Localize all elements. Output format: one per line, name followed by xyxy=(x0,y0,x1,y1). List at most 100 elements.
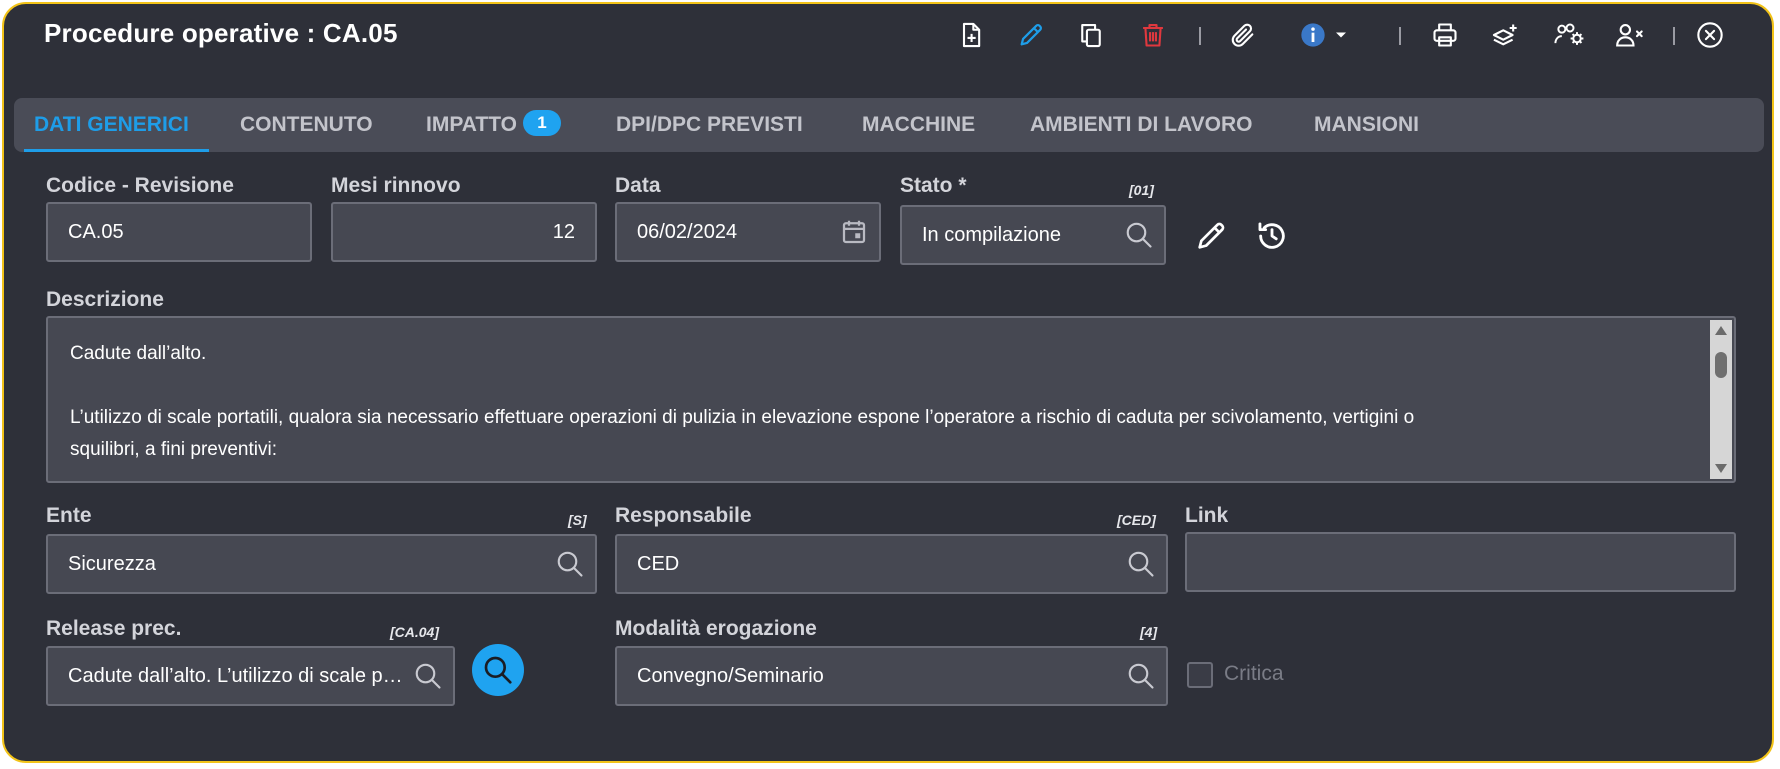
modalita-erogazione-label: Modalità erogazione xyxy=(615,617,817,640)
scroll-thumb[interactable] xyxy=(1715,352,1727,378)
codice-revisione-field[interactable]: CA.05 xyxy=(46,202,312,262)
modalita-erogazione-search-button[interactable] xyxy=(1124,659,1158,693)
edit-pencil-icon xyxy=(1020,24,1042,46)
responsabile-code: [CED] xyxy=(1117,512,1156,528)
copy-button[interactable] xyxy=(1074,18,1108,52)
descrizione-textarea[interactable]: Cadute dall’alto. L’utilizzo di scale po… xyxy=(46,316,1736,483)
tab-bar: DATI GENERICI CONTENUTO IMPATTO 1 DPI/DPC… xyxy=(14,98,1764,152)
modalita-erogazione-code: [4] xyxy=(1140,624,1158,640)
stato-search-button[interactable] xyxy=(1122,218,1156,252)
stato-field[interactable]: In compilazione xyxy=(900,205,1166,265)
close-button[interactable] xyxy=(1693,18,1727,52)
link-field[interactable] xyxy=(1185,532,1736,592)
critica-checkbox[interactable] xyxy=(1187,662,1213,688)
responsabile-field[interactable]: CED xyxy=(615,534,1168,594)
info-button[interactable] xyxy=(1296,18,1330,52)
ente-search-button[interactable] xyxy=(553,547,587,581)
impatto-count-badge: 1 xyxy=(523,110,561,137)
calendar-icon xyxy=(842,220,866,244)
search-icon xyxy=(484,656,512,684)
procedure-window: Procedure operative : CA.05 DATI GENERIC… xyxy=(2,2,1774,763)
tab-ambienti-di-lavoro[interactable]: AMBIENTI DI LAVORO xyxy=(1030,98,1252,152)
chevron-down-icon xyxy=(1336,32,1346,38)
print-button[interactable] xyxy=(1428,18,1462,52)
modalita-erogazione-value: Convegno/Seminario xyxy=(637,664,824,687)
new-document-button[interactable] xyxy=(954,18,988,52)
print-icon xyxy=(1433,23,1457,47)
layers-add-icon xyxy=(1492,24,1517,46)
tab-label: CONTENUTO xyxy=(240,113,373,136)
descrizione-label: Descrizione xyxy=(46,288,164,311)
data-value: 06/02/2024 xyxy=(637,220,738,243)
ente-label: Ente xyxy=(46,504,92,527)
info-icon xyxy=(1301,23,1325,47)
scroll-up-icon[interactable] xyxy=(1715,326,1727,335)
mesi-rinnovo-label: Mesi rinnovo xyxy=(331,174,461,197)
toolbar xyxy=(4,18,1772,52)
release-prec-field[interactable]: Cadute dall’alto. L’utilizzo di scale po… xyxy=(46,646,455,706)
scroll-down-icon[interactable] xyxy=(1715,464,1727,473)
search-icon xyxy=(557,551,583,577)
tab-label: MANSIONI xyxy=(1314,113,1419,136)
descrizione-line: L’utilizzo di scale portatili, qualora s… xyxy=(70,407,1415,428)
ente-field[interactable]: Sicurezza xyxy=(46,534,597,594)
tab-dati-generici[interactable]: DATI GENERICI xyxy=(24,98,209,152)
descrizione-scrollbar[interactable] xyxy=(1710,320,1732,479)
stato-label: Stato * xyxy=(900,174,967,197)
mesi-rinnovo-field[interactable]: 12 xyxy=(331,202,597,262)
link-label: Link xyxy=(1185,504,1229,527)
tab-label: IMPATTO xyxy=(426,113,517,136)
copy-icon xyxy=(1081,24,1101,48)
stato-history-button[interactable] xyxy=(1252,216,1292,256)
codice-revisione-value: CA.05 xyxy=(68,220,124,243)
release-prec-label: Release prec. xyxy=(46,617,182,640)
toolbar-separator xyxy=(1673,27,1675,45)
stato-edit-button[interactable] xyxy=(1191,216,1231,256)
stato-code: [01] xyxy=(1129,182,1154,198)
calendar-button[interactable] xyxy=(837,215,871,249)
users-settings-button[interactable] xyxy=(1550,18,1590,52)
critica-label: Critica xyxy=(1224,662,1284,685)
edit-pencil-icon xyxy=(1198,222,1225,249)
history-icon xyxy=(1258,222,1285,249)
descrizione-line: Cadute dall’alto. xyxy=(70,343,207,364)
user-remove-button[interactable] xyxy=(1610,18,1650,52)
new-document-icon xyxy=(962,22,981,48)
edit-button[interactable] xyxy=(1014,18,1048,52)
layers-add-button[interactable] xyxy=(1488,18,1522,52)
responsabile-value: CED xyxy=(637,552,680,575)
tab-label: DATI GENERICI xyxy=(34,113,189,136)
tab-label: MACCHINE xyxy=(862,113,976,136)
tab-label: AMBIENTI DI LAVORO xyxy=(1030,113,1253,136)
ente-value: Sicurezza xyxy=(68,552,156,575)
codice-revisione-label: Codice - Revisione xyxy=(46,174,234,197)
tab-mansioni[interactable]: MANSIONI xyxy=(1314,98,1419,152)
tab-label: DPI/DPC PREVISTI xyxy=(616,113,803,136)
modalita-erogazione-field[interactable]: Convegno/Seminario xyxy=(615,646,1168,706)
release-prec-value: Cadute dall’alto. L’utilizzo di scale po… xyxy=(68,664,411,687)
toolbar-separator xyxy=(1199,27,1201,45)
data-field[interactable]: 06/02/2024 xyxy=(615,202,881,262)
attachment-button[interactable] xyxy=(1226,18,1260,52)
tab-contenuto[interactable]: CONTENUTO xyxy=(240,98,373,152)
responsabile-search-button[interactable] xyxy=(1124,547,1158,581)
tab-macchine[interactable]: MACCHINE xyxy=(862,98,975,152)
data-label: Data xyxy=(615,174,661,197)
tab-impatto[interactable]: IMPATTO 1 xyxy=(426,98,561,152)
release-prec-code: [CA.04] xyxy=(390,624,440,640)
user-remove-icon xyxy=(1616,24,1643,47)
stato-value: In compilazione xyxy=(922,223,1061,246)
mesi-rinnovo-value: 12 xyxy=(552,220,575,243)
descrizione-line: squilibri, a fini preventivi: xyxy=(70,439,277,460)
release-prec-open-button[interactable] xyxy=(472,644,524,696)
delete-button[interactable] xyxy=(1136,18,1170,52)
close-circle-icon xyxy=(1697,22,1723,48)
tab-dpi-dpc-previsti[interactable]: DPI/DPC PREVISTI xyxy=(616,98,803,152)
search-icon xyxy=(415,663,441,689)
search-icon xyxy=(1128,551,1154,577)
ente-code: [S] xyxy=(568,512,587,528)
info-dropdown-button[interactable] xyxy=(1330,18,1352,52)
users-settings-icon xyxy=(1554,23,1584,45)
release-prec-search-button[interactable] xyxy=(411,659,445,693)
responsabile-label: Responsabile xyxy=(615,504,752,527)
